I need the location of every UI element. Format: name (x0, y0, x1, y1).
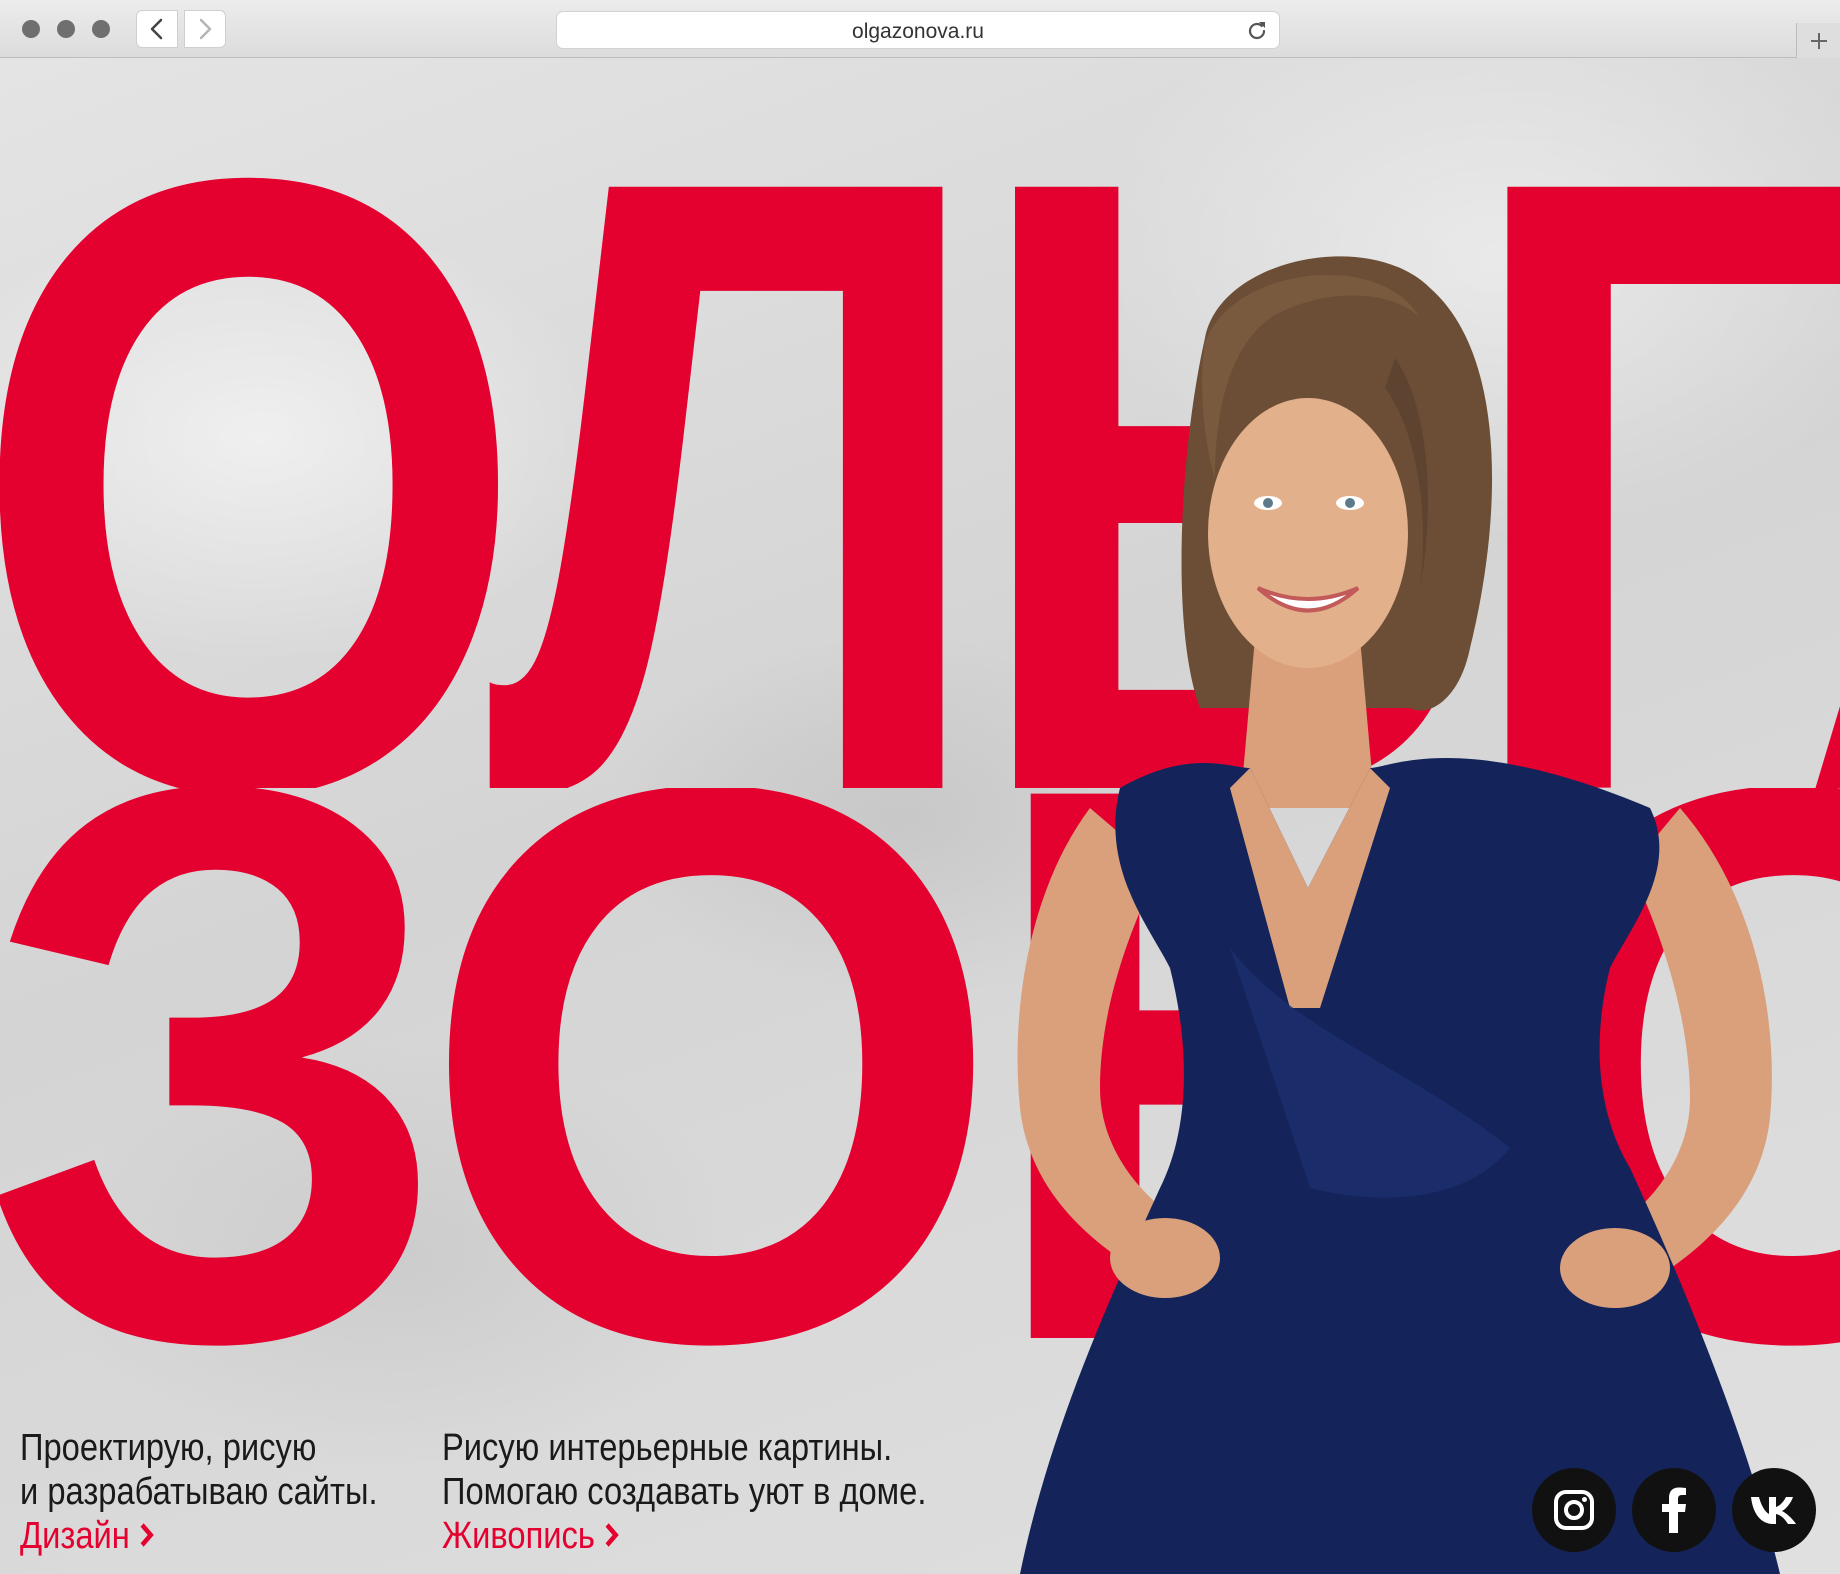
chevron-right-icon (140, 1523, 155, 1547)
instagram-button[interactable] (1532, 1468, 1616, 1552)
facebook-button[interactable] (1632, 1468, 1716, 1552)
reload-icon[interactable] (1245, 19, 1269, 43)
design-tagline-line1: Проектирую, рисую (20, 1427, 317, 1469)
facebook-icon (1662, 1487, 1686, 1533)
design-tagline: Проектирую, рисую и разрабатываю сайты. … (20, 1426, 378, 1558)
design-link[interactable]: Дизайн (20, 1514, 378, 1558)
forward-button[interactable] (184, 10, 226, 48)
new-tab-button[interactable] (1796, 23, 1840, 58)
portrait-photo (1017, 256, 1780, 1574)
window-close-dot[interactable] (22, 20, 40, 38)
plus-icon (1810, 32, 1827, 49)
painting-link[interactable]: Живопись (442, 1514, 926, 1558)
back-icon (150, 18, 163, 40)
design-link-label: Дизайн (20, 1515, 130, 1557)
address-bar[interactable]: olgazonova.ru (556, 11, 1280, 49)
painting-tagline-line1: Рисую интерьерные картины. (442, 1427, 893, 1469)
browser-toolbar: olgazonova.ru (0, 0, 1840, 58)
painting-tagline: Рисую интерьерные картины. Помогаю созда… (442, 1426, 926, 1558)
url-text: olgazonova.ru (852, 20, 984, 43)
vk-icon (1751, 1497, 1796, 1524)
painting-link-label: Живопись (442, 1515, 595, 1557)
forward-icon (199, 18, 212, 40)
instagram-icon (1554, 1490, 1594, 1530)
vk-button[interactable] (1732, 1468, 1816, 1552)
browser-window: olgazonova.ru ОЛЬГА ЗОНОВА (0, 0, 1840, 1574)
page-content: ОЛЬГА ЗОНОВА (0, 58, 1840, 1574)
back-button[interactable] (136, 10, 178, 48)
painting-tagline-line2: Помогаю создавать уют в доме. (442, 1471, 927, 1513)
chevron-right-icon (605, 1523, 620, 1547)
window-zoom-dot[interactable] (92, 20, 110, 38)
design-tagline-line2: и разрабатываю сайты. (20, 1471, 378, 1513)
window-minimize-dot[interactable] (57, 20, 75, 38)
